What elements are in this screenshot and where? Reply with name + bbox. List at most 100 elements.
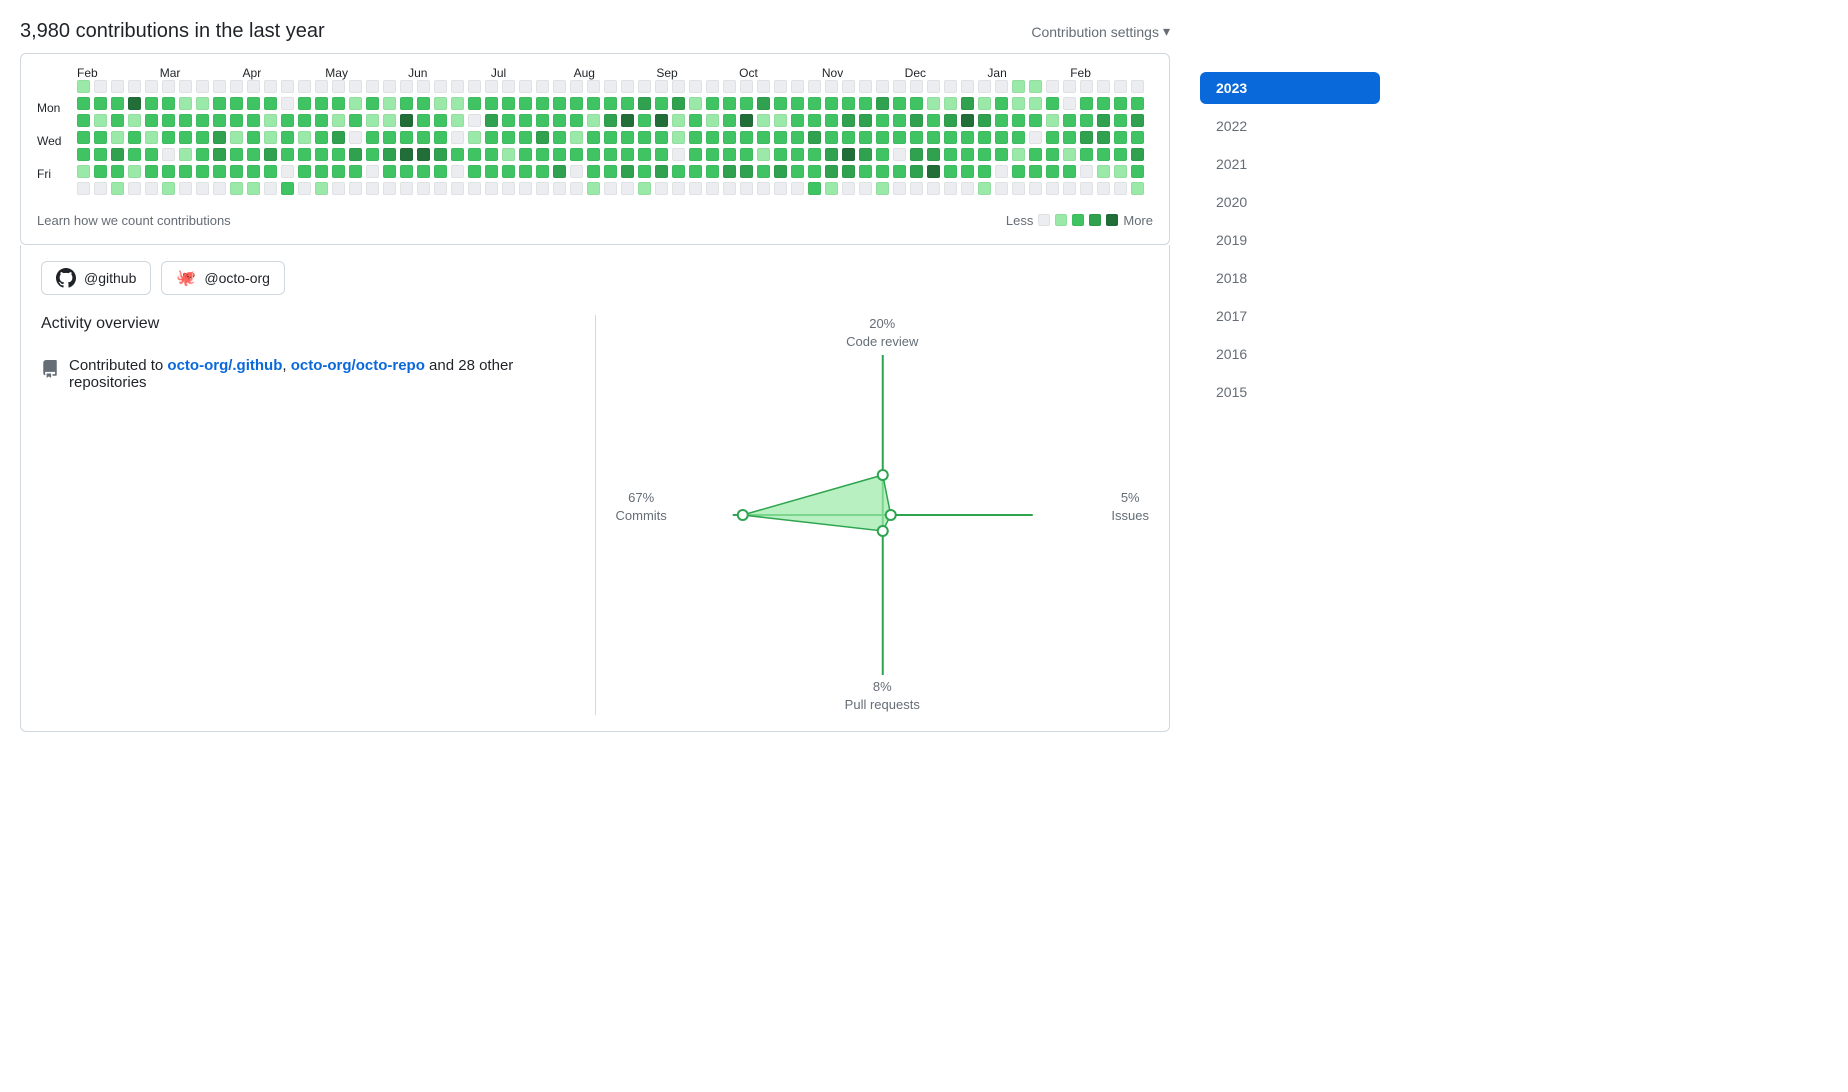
contribution-cell[interactable] (621, 165, 634, 178)
contribution-cell[interactable] (553, 165, 566, 178)
contribution-cell[interactable] (77, 80, 90, 93)
contribution-cell[interactable] (485, 131, 498, 144)
contribution-cell[interactable] (417, 97, 430, 110)
contribution-cell[interactable] (213, 182, 226, 195)
contribution-cell[interactable] (247, 165, 260, 178)
contribution-cell[interactable] (604, 97, 617, 110)
contribution-cell[interactable] (94, 114, 107, 127)
contribution-cell[interactable] (434, 182, 447, 195)
contribution-cell[interactable] (706, 148, 719, 161)
contribution-cell[interactable] (111, 97, 124, 110)
contribution-cell[interactable] (349, 131, 362, 144)
contribution-cell[interactable] (944, 131, 957, 144)
contribution-cell[interactable] (621, 114, 634, 127)
contribution-cell[interactable] (876, 182, 889, 195)
contribution-cell[interactable] (1029, 131, 1042, 144)
contribution-cell[interactable] (791, 182, 804, 195)
contribution-cell[interactable] (757, 131, 770, 144)
contribution-cell[interactable] (485, 165, 498, 178)
contribution-cell[interactable] (162, 131, 175, 144)
contribution-cell[interactable] (451, 182, 464, 195)
contribution-cell[interactable] (298, 148, 311, 161)
contribution-cell[interactable] (944, 165, 957, 178)
contribution-cell[interactable] (332, 114, 345, 127)
contribution-cell[interactable] (417, 182, 430, 195)
contribution-cell[interactable] (961, 114, 974, 127)
contribution-cell[interactable] (502, 182, 515, 195)
contribution-cell[interactable] (162, 97, 175, 110)
contribution-cell[interactable] (638, 80, 651, 93)
contribution-cell[interactable] (281, 97, 294, 110)
contribution-cell[interactable] (842, 97, 855, 110)
contribution-cell[interactable] (502, 131, 515, 144)
contribution-cell[interactable] (689, 131, 702, 144)
contribution-cell[interactable] (502, 148, 515, 161)
contribution-cell[interactable] (1012, 80, 1025, 93)
contribution-cell[interactable] (1046, 182, 1059, 195)
contribution-cell[interactable] (332, 97, 345, 110)
contribution-cell[interactable] (723, 148, 736, 161)
contribution-cell[interactable] (332, 165, 345, 178)
contribution-cell[interactable] (944, 114, 957, 127)
contribution-cell[interactable] (876, 114, 889, 127)
contribution-cell[interactable] (655, 182, 668, 195)
contribution-cell[interactable] (1114, 97, 1127, 110)
contribution-cell[interactable] (1063, 114, 1076, 127)
contribution-cell[interactable] (672, 182, 685, 195)
contribution-cell[interactable] (825, 165, 838, 178)
contribution-cell[interactable] (604, 80, 617, 93)
contribution-cell[interactable] (774, 80, 787, 93)
contribution-cell[interactable] (536, 97, 549, 110)
contribution-cell[interactable] (944, 97, 957, 110)
contribution-cell[interactable] (315, 165, 328, 178)
contribution-cell[interactable] (400, 80, 413, 93)
contribution-cell[interactable] (876, 148, 889, 161)
contribution-cell[interactable] (927, 97, 940, 110)
contribution-cell[interactable] (944, 80, 957, 93)
contribution-cell[interactable] (808, 114, 821, 127)
contribution-cell[interactable] (689, 148, 702, 161)
contribution-cell[interactable] (383, 114, 396, 127)
contribution-cell[interactable] (893, 148, 906, 161)
contribution-cell[interactable] (893, 80, 906, 93)
contribution-cell[interactable] (791, 165, 804, 178)
contribution-cell[interactable] (808, 131, 821, 144)
contribution-cell[interactable] (519, 165, 532, 178)
contribution-cell[interactable] (570, 148, 583, 161)
contribution-cell[interactable] (910, 148, 923, 161)
contribution-cell[interactable] (349, 165, 362, 178)
org-pill-octo-org[interactable]: 🐙 @octo-org (161, 261, 285, 295)
contribution-cell[interactable] (502, 165, 515, 178)
contribution-cell[interactable] (315, 97, 328, 110)
contribution-cell[interactable] (196, 114, 209, 127)
contribution-cell[interactable] (383, 148, 396, 161)
contribution-cell[interactable] (230, 182, 243, 195)
contribution-cell[interactable] (315, 182, 328, 195)
contribution-cell[interactable] (417, 148, 430, 161)
contribution-cell[interactable] (655, 131, 668, 144)
contribution-cell[interactable] (315, 148, 328, 161)
contribution-cell[interactable] (791, 80, 804, 93)
contribution-cell[interactable] (961, 182, 974, 195)
contribution-cell[interactable] (774, 114, 787, 127)
contribution-cell[interactable] (519, 114, 532, 127)
contribution-cell[interactable] (417, 80, 430, 93)
contribution-cell[interactable] (247, 114, 260, 127)
contribution-cell[interactable] (842, 131, 855, 144)
contribution-cell[interactable] (995, 148, 1008, 161)
contribution-cell[interactable] (77, 114, 90, 127)
contribution-cell[interactable] (944, 148, 957, 161)
contribution-cell[interactable] (281, 182, 294, 195)
contribution-cell[interactable] (910, 165, 923, 178)
contribution-cell[interactable] (638, 165, 651, 178)
contribution-cell[interactable] (1080, 131, 1093, 144)
contribution-cell[interactable] (264, 165, 277, 178)
contribution-cell[interactable] (94, 97, 107, 110)
contribution-cell[interactable] (757, 114, 770, 127)
contribution-cell[interactable] (213, 97, 226, 110)
contribution-cell[interactable] (536, 148, 549, 161)
contribution-cell[interactable] (706, 114, 719, 127)
contribution-cell[interactable] (1063, 97, 1076, 110)
contribution-cell[interactable] (1131, 80, 1144, 93)
contribution-cell[interactable] (876, 97, 889, 110)
